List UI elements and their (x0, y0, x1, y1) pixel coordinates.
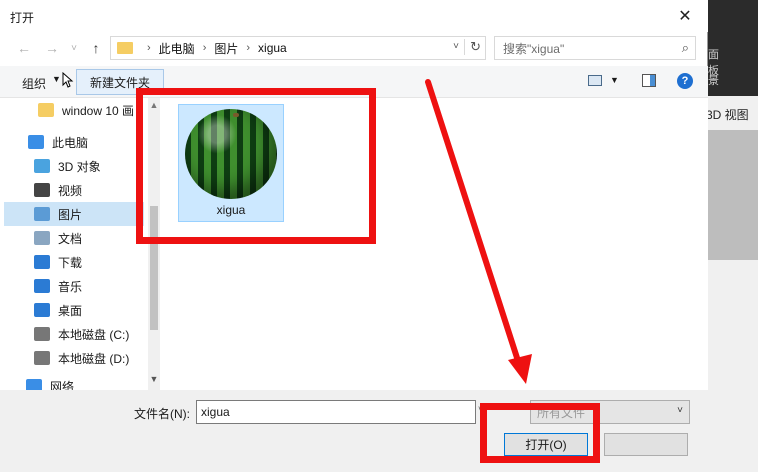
annotation-arrow (425, 79, 532, 384)
